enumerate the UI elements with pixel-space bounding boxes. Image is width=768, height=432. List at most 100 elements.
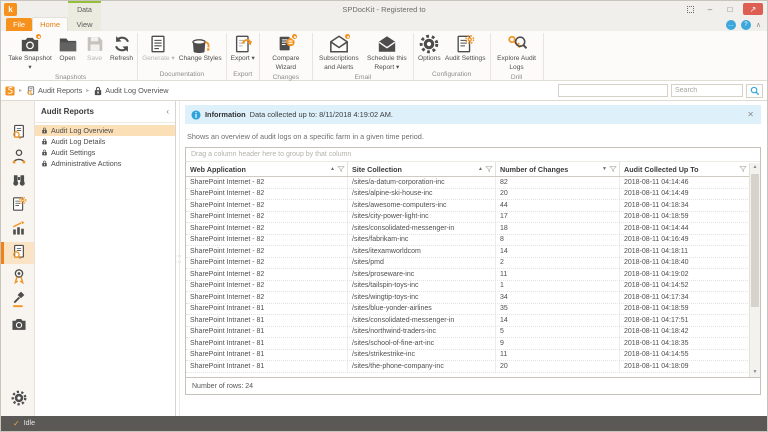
rail-item-award-6[interactable] — [1, 266, 34, 288]
nav-item-label: Administrative Actions — [51, 159, 122, 168]
table-row[interactable]: SharePoint Internet - 82/sites/alpine-sk… — [186, 188, 760, 200]
rail-item-doc-search-5[interactable] — [1, 242, 34, 264]
table-row[interactable]: SharePoint Internet - 82/sites/proseware… — [186, 269, 760, 281]
window-title: SPDocKit - Registered to — [342, 5, 426, 14]
filter-icon[interactable] — [609, 165, 617, 173]
feedback-button[interactable]: … — [725, 20, 736, 30]
table-cell: SharePoint Internet - 82 — [186, 257, 348, 268]
table-row[interactable]: SharePoint Intranet - 81/sites/the-phone… — [186, 361, 760, 373]
minimize-button[interactable]: – — [703, 3, 717, 15]
filter-icon[interactable] — [337, 165, 345, 173]
table-row[interactable]: SharePoint Intranet - 81/sites/strikestr… — [186, 349, 760, 361]
breadcrumb-bar: ▸ Audit Reports ▸ Audit Log Overview — [1, 81, 767, 101]
export-button[interactable]: Export ▾ — [229, 33, 257, 65]
breadcrumb-item-home[interactable] — [5, 86, 15, 96]
table-row[interactable]: SharePoint Internet - 82/sites/fabrikam-… — [186, 234, 760, 246]
column-header-web-application[interactable]: Web Application ▲ — [186, 162, 348, 176]
tab-view[interactable]: View — [68, 18, 101, 31]
table-cell: /sites/strikestrike-inc — [348, 349, 496, 360]
audit-lock-icon — [41, 127, 48, 134]
table-row[interactable]: SharePoint Intranet - 81/sites/blue-yond… — [186, 303, 760, 315]
breadcrumb-item-audit-log-overview[interactable]: Audit Log Overview — [93, 86, 169, 96]
take-snapshot-button[interactable]: Take Snapshot ▾ — [6, 33, 54, 73]
open-button[interactable]: Open — [54, 33, 81, 65]
table-row[interactable]: SharePoint Internet - 82/sites/wingtip-t… — [186, 292, 760, 304]
generate-button[interactable]: Generate ▾ — [140, 33, 177, 65]
table-row[interactable]: SharePoint Internet - 82/sites/city-powe… — [186, 211, 760, 223]
column-header-site-collection[interactable]: Site Collection ▲ — [348, 162, 496, 176]
table-row[interactable]: SharePoint Internet - 82/sites/awesome-c… — [186, 200, 760, 212]
search-input[interactable] — [671, 84, 743, 97]
notification-badge — [290, 33, 298, 40]
table-row[interactable]: SharePoint Intranet - 81/sites/consolida… — [186, 315, 760, 327]
refresh-label: Refresh — [110, 55, 134, 62]
audit-lock-icon — [41, 138, 48, 145]
table-row[interactable]: SharePoint Internet - 82/sites/pmd 2 2018-… — [186, 257, 760, 269]
save-button[interactable]: Save — [81, 33, 108, 65]
table-cell: SharePoint Intranet - 81 — [186, 303, 348, 314]
mail-open-icon — [329, 33, 351, 54]
notification-badge — [35, 33, 42, 40]
group-by-panel[interactable]: Drag a column header here to group by th… — [186, 148, 760, 162]
table-row[interactable]: SharePoint Intranet - 81/sites/school-of… — [186, 338, 760, 350]
search-button[interactable] — [746, 83, 763, 98]
rail-item-doc-search-0[interactable] — [1, 122, 34, 144]
nav-item-administrative-actions[interactable]: Administrative Actions — [35, 158, 175, 169]
table-row[interactable]: SharePoint Internet - 82/sites/a-datum-c… — [186, 177, 760, 189]
vertical-scrollbar[interactable]: ▲ ▼ — [749, 163, 760, 377]
audit-settings-button[interactable]: Audit Settings — [443, 33, 488, 65]
info-close-icon[interactable]: ✕ — [746, 110, 755, 119]
fit-screen-button[interactable] — [683, 3, 697, 15]
refresh-button[interactable]: Refresh — [108, 33, 135, 65]
ribbon-group-configuration: Options Audit Settings Configuration — [414, 33, 491, 80]
breadcrumb-separator-icon: ▸ — [86, 88, 90, 94]
rail-item-settings[interactable] — [1, 388, 34, 410]
grid-footer: Number of rows: 24 — [186, 377, 760, 394]
rail-item-doc-gear-3[interactable] — [1, 194, 34, 216]
rail-item-chart-4[interactable] — [1, 218, 34, 240]
rail-item-binoculars-2[interactable] — [1, 170, 34, 192]
table-row[interactable]: SharePoint Internet - 82/sites/itexamwor… — [186, 246, 760, 258]
scroll-down-icon[interactable]: ▼ — [750, 368, 760, 377]
maximize-button[interactable]: □ — [723, 3, 737, 15]
column-header-audit-collected-up-to[interactable]: Audit Collected Up To — [620, 162, 749, 176]
change-styles-button[interactable]: Change Styles — [177, 33, 224, 65]
compare-wizard-button[interactable]: Compare Wizard — [262, 33, 310, 73]
rail-item-gavel-7[interactable] — [1, 290, 34, 312]
tab-home[interactable]: Home — [32, 17, 69, 31]
rail-item-camera-8[interactable] — [1, 314, 34, 336]
contextual-tab-group-data[interactable]: Data — [68, 1, 101, 18]
table-cell: /sites/tailspin-toys-inc — [348, 280, 496, 291]
table-cell: SharePoint Internet - 82 — [186, 188, 348, 199]
toolbar-input[interactable] — [558, 84, 668, 97]
scroll-up-icon[interactable]: ▲ — [750, 163, 760, 172]
tab-file[interactable]: File — [6, 18, 33, 31]
table-cell: SharePoint Internet - 82 — [186, 269, 348, 280]
schedule-this-report-button[interactable]: Schedule this Report ▾ — [363, 33, 411, 73]
rail-item-user-1[interactable] — [1, 146, 34, 168]
table-row[interactable]: SharePoint Intranet - 81/sites/northwind… — [186, 326, 760, 338]
close-button[interactable]: ↗ — [743, 3, 763, 15]
help-button[interactable]: ? — [740, 20, 751, 30]
column-header-number-of-changes[interactable]: Number of Changes ▼ — [496, 162, 620, 176]
nav-item-audit-log-details[interactable]: Audit Log Details — [35, 136, 175, 147]
table-cell: 35 — [496, 303, 620, 314]
table-cell: /sites/consolidated-messenger-in — [348, 223, 496, 234]
scroll-thumb[interactable] — [751, 174, 759, 307]
collapse-ribbon-button[interactable]: ∧ — [756, 21, 761, 29]
paint-icon — [190, 34, 210, 54]
table-row[interactable]: SharePoint Internet - 82/sites/tailspin-… — [186, 280, 760, 292]
info-icon — [191, 110, 201, 120]
breadcrumb-item-audit-reports[interactable]: Audit Reports — [26, 86, 82, 96]
table-row[interactable]: SharePoint Internet - 82/sites/consolida… — [186, 223, 760, 235]
nav-item-label: Audit Log Overview — [51, 126, 114, 135]
column-header-label: Audit Collected Up To — [624, 164, 699, 174]
options-button[interactable]: Options — [416, 33, 443, 65]
filter-icon[interactable] — [739, 165, 747, 173]
filter-icon[interactable] — [485, 165, 493, 173]
explore-audit-logs-button[interactable]: Explore Audit Logs — [493, 33, 541, 73]
nav-item-audit-log-overview[interactable]: Audit Log Overview — [35, 125, 175, 136]
subscriptions-and-alerts-button[interactable]: Subscriptions and Alerts — [315, 33, 363, 73]
collapse-panel-icon[interactable]: ‹ — [166, 107, 169, 116]
nav-item-audit-settings[interactable]: Audit Settings — [35, 147, 175, 158]
